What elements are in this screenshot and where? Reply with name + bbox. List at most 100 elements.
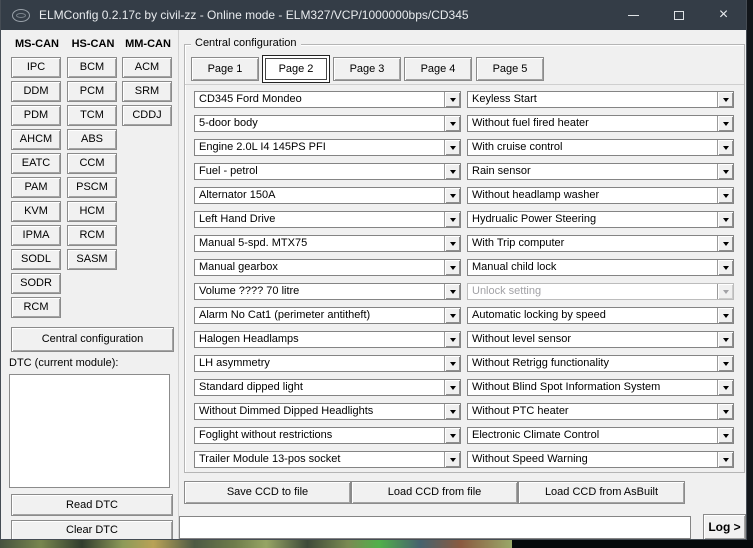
module-button-hs-can-pcm[interactable]: PCM xyxy=(67,81,117,102)
module-button-ms-can-ipma[interactable]: IPMA xyxy=(11,225,61,246)
module-button-ms-can-ddm[interactable]: DDM xyxy=(11,81,61,102)
module-button-ms-can-sodl[interactable]: SODL xyxy=(11,249,61,270)
status-input[interactable] xyxy=(179,516,691,539)
module-button-mm-can-srm[interactable]: SRM xyxy=(122,81,172,102)
read-dtc-button[interactable]: Read DTC xyxy=(11,494,173,516)
config-dropdown-left-13[interactable]: Standard dipped light xyxy=(194,379,461,396)
module-button-hs-can-ccm[interactable]: CCM xyxy=(67,153,117,174)
load-ccd-from-asbuilt-button[interactable]: Load CCD from AsBuilt xyxy=(518,481,685,504)
config-dropdown-left-4[interactable]: Fuel - petrol xyxy=(194,163,461,180)
save-ccd-to-file-button[interactable]: Save CCD to file xyxy=(184,481,351,504)
config-dropdown-right-14[interactable]: Without PTC heater xyxy=(467,403,734,420)
config-dropdown-left-1[interactable]: CD345 Ford Mondeo xyxy=(194,91,461,108)
load-ccd-from-file-button[interactable]: Load CCD from file xyxy=(351,481,518,504)
dropdown-arrow-button[interactable] xyxy=(717,188,733,203)
dropdown-arrow-button[interactable] xyxy=(717,380,733,395)
dropdown-arrow-button[interactable] xyxy=(444,236,460,251)
module-button-ms-can-pdm[interactable]: PDM xyxy=(11,105,61,126)
module-button-ms-can-ahcm[interactable]: AHCM xyxy=(11,129,61,150)
config-dropdown-right-7[interactable]: With Trip computer xyxy=(467,235,734,252)
module-button-mm-can-cddj[interactable]: CDDJ xyxy=(122,105,172,126)
dropdown-arrow-button[interactable] xyxy=(717,356,733,371)
config-dropdown-right-12[interactable]: Without Retrigg functionality xyxy=(467,355,734,372)
module-button-ms-can-eatc[interactable]: EATC xyxy=(11,153,61,174)
dropdown-arrow-button[interactable] xyxy=(717,332,733,347)
close-button[interactable]: × xyxy=(701,0,746,30)
module-button-ms-can-sodr[interactable]: SODR xyxy=(11,273,61,294)
dropdown-arrow-button[interactable] xyxy=(444,452,460,467)
config-dropdown-left-7[interactable]: Manual 5-spd. MTX75 xyxy=(194,235,461,252)
config-dropdown-right-4[interactable]: Rain sensor xyxy=(467,163,734,180)
dropdown-arrow-button[interactable] xyxy=(444,428,460,443)
dropdown-arrow-button[interactable] xyxy=(717,452,733,467)
config-dropdown-right-11[interactable]: Without level sensor xyxy=(467,331,734,348)
config-dropdown-left-14[interactable]: Without Dimmed Dipped Headlights xyxy=(194,403,461,420)
config-dropdown-right-3[interactable]: With cruise control xyxy=(467,139,734,156)
config-dropdown-left-6[interactable]: Left Hand Drive xyxy=(194,211,461,228)
dropdown-arrow-button[interactable] xyxy=(444,380,460,395)
tab-page-1[interactable]: Page 1 xyxy=(191,57,259,81)
config-dropdown-left-8[interactable]: Manual gearbox xyxy=(194,259,461,276)
dropdown-arrow-button[interactable] xyxy=(717,260,733,275)
clear-dtc-button[interactable]: Clear DTC xyxy=(11,520,173,540)
dropdown-arrow-button[interactable] xyxy=(717,404,733,419)
dropdown-arrow-button[interactable] xyxy=(444,140,460,155)
config-dropdown-left-5[interactable]: Alternator 150A xyxy=(194,187,461,204)
module-button-ms-can-ipc[interactable]: IPC xyxy=(11,57,61,78)
module-button-hs-can-pscm[interactable]: PSCM xyxy=(67,177,117,198)
maximize-button[interactable] xyxy=(656,0,701,30)
dropdown-arrow-button[interactable] xyxy=(717,428,733,443)
dropdown-arrow-button[interactable] xyxy=(717,116,733,131)
config-dropdown-left-16[interactable]: Trailer Module 13-pos socket xyxy=(194,451,461,468)
central-configuration-button[interactable]: Central configuration xyxy=(11,327,174,352)
config-dropdown-right-15[interactable]: Electronic Climate Control xyxy=(467,427,734,444)
config-dropdown-left-9[interactable]: Volume ???? 70 litre xyxy=(194,283,461,300)
config-dropdown-right-13[interactable]: Without Blind Spot Information System xyxy=(467,379,734,396)
module-button-mm-can-acm[interactable]: ACM xyxy=(122,57,172,78)
config-dropdown-right-10[interactable]: Automatic locking by speed xyxy=(467,307,734,324)
dropdown-arrow-button[interactable] xyxy=(444,332,460,347)
module-button-ms-can-pam[interactable]: PAM xyxy=(11,177,61,198)
module-button-hs-can-bcm[interactable]: BCM xyxy=(67,57,117,78)
module-button-hs-can-hcm[interactable]: HCM xyxy=(67,201,117,222)
config-dropdown-left-12[interactable]: LH asymmetry xyxy=(194,355,461,372)
config-dropdown-left-10[interactable]: Alarm No Cat1 (perimeter antitheft) xyxy=(194,307,461,324)
module-button-ms-can-rcm[interactable]: RCM xyxy=(11,297,61,318)
dropdown-arrow-button[interactable] xyxy=(717,140,733,155)
dropdown-arrow-button[interactable] xyxy=(444,356,460,371)
config-dropdown-right-2[interactable]: Without fuel fired heater xyxy=(467,115,734,132)
dropdown-arrow-button[interactable] xyxy=(444,92,460,107)
dropdown-arrow-button[interactable] xyxy=(717,92,733,107)
config-dropdown-right-6[interactable]: Hydrualic Power Steering xyxy=(467,211,734,228)
log-button[interactable]: Log > xyxy=(703,514,746,540)
config-dropdown-left-2[interactable]: 5-door body xyxy=(194,115,461,132)
config-dropdown-right-5[interactable]: Without headlamp washer xyxy=(467,187,734,204)
dropdown-arrow-button[interactable] xyxy=(717,212,733,227)
config-dropdown-right-16[interactable]: Without Speed Warning xyxy=(467,451,734,468)
dropdown-arrow-button[interactable] xyxy=(444,164,460,179)
tab-page-4[interactable]: Page 4 xyxy=(404,57,472,81)
dropdown-arrow-button[interactable] xyxy=(444,308,460,323)
module-button-hs-can-sasm[interactable]: SASM xyxy=(67,249,117,270)
dtc-textarea[interactable] xyxy=(9,374,170,488)
dropdown-arrow-button[interactable] xyxy=(444,284,460,299)
dropdown-arrow-button[interactable] xyxy=(444,212,460,227)
config-dropdown-left-11[interactable]: Halogen Headlamps xyxy=(194,331,461,348)
tab-page-3[interactable]: Page 3 xyxy=(333,57,401,81)
dropdown-arrow-button[interactable] xyxy=(444,404,460,419)
config-dropdown-left-3[interactable]: Engine 2.0L I4 145PS PFI xyxy=(194,139,461,156)
config-dropdown-right-8[interactable]: Manual child lock xyxy=(467,259,734,276)
config-dropdown-right-1[interactable]: Keyless Start xyxy=(467,91,734,108)
config-dropdown-left-15[interactable]: Foglight without restrictions xyxy=(194,427,461,444)
tab-page-2[interactable]: Page 2 xyxy=(262,55,330,83)
dropdown-arrow-button[interactable] xyxy=(717,236,733,251)
dropdown-arrow-button[interactable] xyxy=(444,260,460,275)
tab-page-5[interactable]: Page 5 xyxy=(476,57,544,81)
dropdown-arrow-button[interactable] xyxy=(717,308,733,323)
dropdown-arrow-button[interactable] xyxy=(717,164,733,179)
dropdown-arrow-button[interactable] xyxy=(444,188,460,203)
minimize-button[interactable] xyxy=(611,0,656,30)
dropdown-arrow-button[interactable] xyxy=(444,116,460,131)
module-button-hs-can-tcm[interactable]: TCM xyxy=(67,105,117,126)
module-button-ms-can-kvm[interactable]: KVM xyxy=(11,201,61,222)
